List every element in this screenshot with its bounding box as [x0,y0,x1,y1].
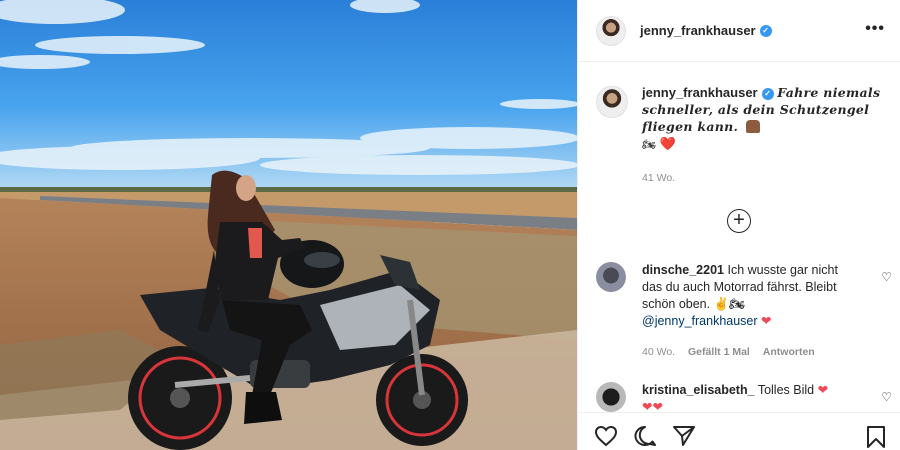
comment-text: Tolles Bild [757,383,815,397]
comment-meta: 40 Wo. Gefällt 1 Mal Antworten [642,346,825,358]
see-no-evil-emoji-icon [745,120,760,133]
comment-icon[interactable] [633,425,657,447]
bookmark-icon[interactable] [865,425,887,449]
motorcycle-emoji-icon: 🏍 [642,139,656,151]
comment-like-heart-icon[interactable]: ♡ [881,270,892,284]
comment-item: kristina_elisabeth_ Tolles Bild ❤ ❤❤ ♡ [596,382,892,416]
motorcycle-photo [0,0,577,450]
caption-heart-emoji: ❤️ [659,136,676,151]
comment-likes-count[interactable]: Gefällt 1 Mal [688,346,750,358]
load-more-comments-icon[interactable]: + [727,209,751,233]
comment-item: dinsche_2201 Ich wusste gar nicht das du… [596,262,892,330]
more-options-icon[interactable]: ••• [865,20,885,38]
comment-like-heart-icon[interactable]: ♡ [881,390,892,404]
post-photo[interactable] [0,0,577,450]
caption-avatar[interactable] [596,86,628,118]
verified-badge-icon: ✓ [759,24,772,37]
reply-button[interactable]: Antworten [763,346,815,358]
heart-icon[interactable] [594,425,618,447]
commenter-username[interactable]: dinsche_2201 [642,263,724,277]
comment-heart-emoji: ❤ [817,383,829,397]
verified-badge-icon: ✓ [761,88,774,100]
post-caption: jenny_frankhauser ✓ Fahre niemals schnell… [596,84,886,154]
comment-heart-emoji: ❤ [761,314,772,328]
comment-mention[interactable]: @jenny_frankhauser [642,314,758,328]
post-actions-bar [578,412,900,450]
commenter-username[interactable]: kristina_elisabeth_ [642,383,755,397]
commenter-avatar[interactable] [596,382,626,412]
post-side-panel: jenny_frankhauser ✓ ••• jenny_frankhause… [577,0,900,450]
author-avatar[interactable] [596,15,626,46]
caption-timestamp[interactable]: 41 Wo. [642,172,675,184]
share-icon[interactable] [672,425,696,447]
caption-username[interactable]: jenny_frankhauser [642,85,758,100]
post-header: jenny_frankhauser ✓ ••• [578,0,900,62]
comment-time[interactable]: 40 Wo. [642,346,675,358]
commenter-avatar[interactable] [596,262,626,292]
author-username[interactable]: jenny_frankhauser [640,23,756,38]
